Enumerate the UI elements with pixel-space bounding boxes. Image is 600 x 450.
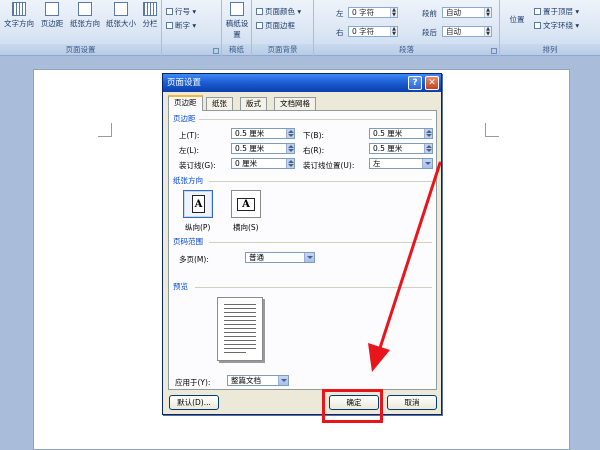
annotation-arrow bbox=[368, 161, 442, 372]
tab-margins[interactable]: 页边距 bbox=[168, 95, 203, 111]
